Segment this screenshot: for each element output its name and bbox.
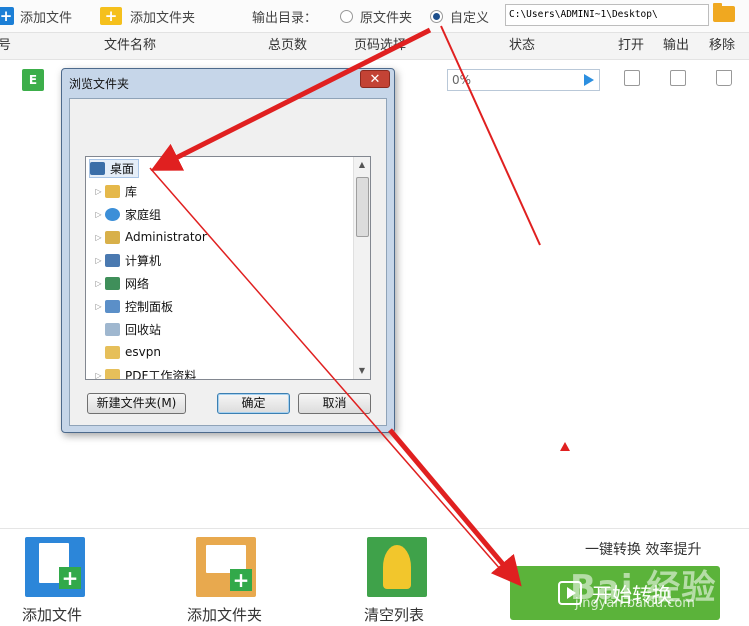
tree-item-esvpn[interactable]: esvpn <box>94 341 161 363</box>
col-open: 打开 <box>618 38 645 53</box>
red-marker <box>560 442 570 451</box>
tree-item-label: 回收站 <box>125 322 162 337</box>
folder-plus-icon: + <box>100 7 122 25</box>
new-folder-button[interactable]: 新建文件夹(M) <box>87 393 186 414</box>
tree-item-pdf-work[interactable]: ▷ PDF工作资料 <box>94 364 197 380</box>
cancel-button[interactable]: 取消 <box>298 393 371 414</box>
output-icon[interactable] <box>670 70 686 86</box>
col-index: 号 <box>0 38 12 53</box>
tree-item-homegroup[interactable]: ▷ 家庭组 <box>94 203 161 225</box>
close-icon[interactable]: ✕ <box>360 70 390 88</box>
progress-text: 0% <box>452 73 472 87</box>
broom-icon[interactable] <box>367 537 427 597</box>
trash-icon[interactable] <box>716 70 732 86</box>
plus-icon: + <box>0 7 14 25</box>
expand-arrow-icon[interactable]: ▷ <box>94 279 103 288</box>
scroll-thumb[interactable] <box>356 177 369 237</box>
radio-unchecked-icon <box>340 9 353 23</box>
network-icon <box>105 276 120 290</box>
add-folder-toolbar-button[interactable]: + 添加文件夹 <box>100 0 195 32</box>
recycle-bin-icon <box>105 322 120 336</box>
radio-custom-label: 自定义 <box>450 10 490 26</box>
expand-arrow-icon[interactable]: ▷ <box>94 210 103 219</box>
slogan-text: 一键转换 效率提升 <box>585 542 702 558</box>
add-file-big-icon[interactable]: + <box>25 537 85 597</box>
bottom-divider <box>0 528 749 529</box>
tree-scrollbar[interactable]: ▲ ▼ <box>353 157 370 379</box>
col-status: 状态 <box>509 38 536 53</box>
expand-arrow-icon[interactable]: ▷ <box>94 302 103 311</box>
scroll-up-icon[interactable]: ▲ <box>354 157 370 173</box>
col-filename: 文件名称 <box>104 38 157 53</box>
add-file-toolbar-button[interactable]: + 添加文件 <box>0 0 72 32</box>
tree-item-label: 桌面 <box>110 161 135 176</box>
folder-tree: 桌面 ▷ 库 ▷ 家庭组 ▷ Administrator ▷ 计算机 ▷ 网络 … <box>85 156 371 380</box>
tree-item-network[interactable]: ▷ 网络 <box>94 272 149 294</box>
col-pages: 总页数 <box>268 38 308 53</box>
expand-arrow-icon[interactable]: ▷ <box>94 187 103 196</box>
computer-icon <box>105 253 120 267</box>
tree-item-desktop[interactable]: 桌面 <box>88 157 140 179</box>
add-file-label: 添加文件 <box>20 10 73 26</box>
tree-item-computer[interactable]: ▷ 计算机 <box>94 249 161 271</box>
progress-bar: 0% <box>447 69 600 91</box>
radio-source-folder[interactable]: 原文件夹 <box>340 0 412 32</box>
col-remove: 移除 <box>709 38 736 53</box>
add-folder-bottom-label[interactable]: 添加文件夹 <box>187 604 262 625</box>
tree-item-recycle-bin[interactable]: 回收站 <box>94 318 161 340</box>
radio-checked-icon <box>430 9 443 23</box>
ok-button[interactable]: 确定 <box>217 393 290 414</box>
excel-file-icon: E <box>22 69 44 91</box>
folder-icon <box>105 345 120 359</box>
tree-item-label: 家庭组 <box>125 207 162 222</box>
tree-item-label: PDF工作资料 <box>125 368 197 380</box>
tree-item-label: 库 <box>125 184 138 199</box>
radio-source-label: 原文件夹 <box>360 10 413 26</box>
tree-item-label: esvpn <box>125 345 161 359</box>
clear-list-label[interactable]: 清空列表 <box>364 604 424 625</box>
radio-custom-folder[interactable]: 自定义 <box>430 0 489 32</box>
output-dir-label: 输出目录： <box>252 10 318 26</box>
desktop-icon <box>90 161 105 175</box>
expand-arrow-icon[interactable]: ▷ <box>94 233 103 242</box>
tree-item-label: 控制面板 <box>125 299 174 314</box>
tree-item-control-panel[interactable]: ▷ 控制面板 <box>94 295 173 317</box>
browse-folder-icon[interactable] <box>713 3 735 22</box>
folder-icon <box>105 368 120 379</box>
scroll-down-icon[interactable]: ▼ <box>354 363 370 379</box>
tree-item-label: Administrator <box>125 230 207 244</box>
control-panel-icon <box>105 299 120 313</box>
output-path-input[interactable]: C:\Users\ADMINI~1\Desktop\ <box>505 4 709 26</box>
open-external-icon[interactable] <box>624 70 640 86</box>
add-folder-label: 添加文件夹 <box>130 10 196 26</box>
homegroup-icon <box>105 207 120 221</box>
watermark-url: jingyan.baidu.com <box>575 596 695 611</box>
tree-item-label: 计算机 <box>125 253 162 268</box>
col-output: 输出 <box>663 38 690 53</box>
add-file-bottom-label[interactable]: 添加文件 <box>22 604 82 625</box>
tree-item-library[interactable]: ▷ 库 <box>94 180 137 202</box>
library-icon <box>105 184 120 198</box>
table-header: 号 文件名称 总页数 页码选择 状态 打开 输出 移除 <box>0 33 749 60</box>
col-page-select: 页码选择 <box>354 38 407 53</box>
user-folder-icon <box>105 230 120 244</box>
tree-item-administrator[interactable]: ▷ Administrator <box>94 226 207 248</box>
expand-arrow-icon[interactable]: ▷ <box>94 256 103 265</box>
dialog-title: 浏览文件夹 <box>69 77 130 91</box>
expand-arrow-icon[interactable]: ▷ <box>94 371 103 380</box>
play-icon[interactable] <box>584 74 594 86</box>
add-folder-big-icon[interactable]: + <box>196 537 256 597</box>
tree-item-label: 网络 <box>125 276 150 291</box>
